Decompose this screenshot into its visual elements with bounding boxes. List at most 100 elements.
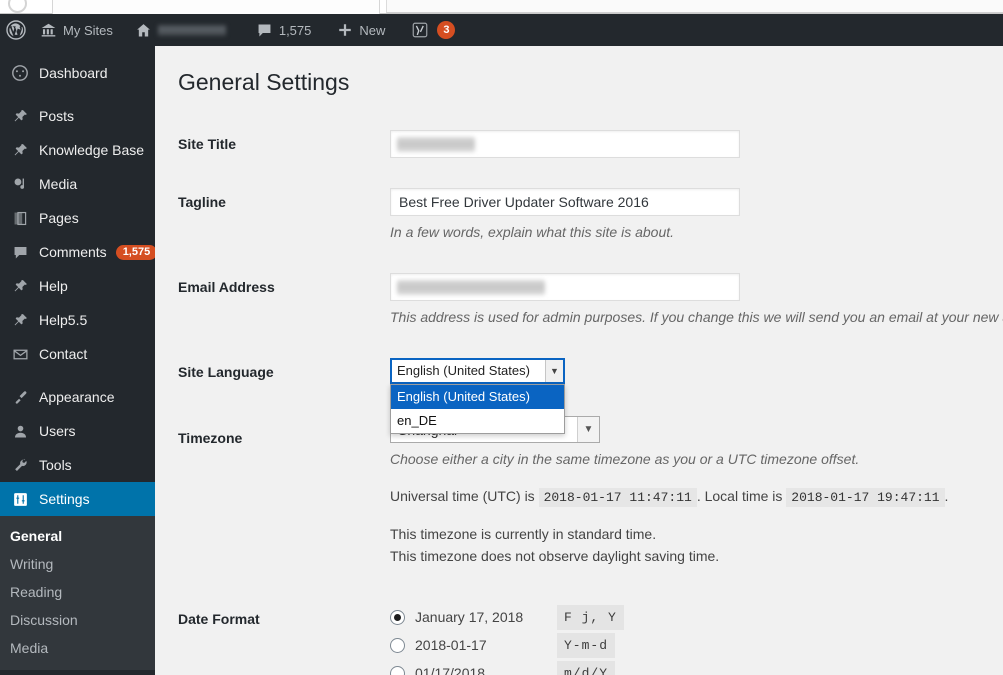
sidebar-item-label: Settings — [39, 491, 90, 507]
settings-icon — [10, 489, 30, 509]
site-title-label: Site Title — [178, 136, 237, 152]
site-language-cell: English (United States) ▼ English (Unite… — [380, 343, 1003, 435]
new-label: New — [359, 22, 386, 38]
user-icon — [10, 421, 30, 441]
comment-bubble-icon — [256, 22, 273, 39]
date-format-display: 01/17/2018 — [415, 665, 486, 675]
sidebar-item-label: Dashboard — [39, 65, 108, 81]
sidebar-item-pages[interactable]: Pages — [0, 201, 155, 235]
email-row: Email Address This address is used for a… — [155, 258, 1003, 343]
email-label: Email Address — [178, 279, 275, 296]
sidebar-item-help55[interactable]: Help5.5 — [0, 303, 155, 337]
radio-button[interactable] — [390, 638, 405, 654]
submenu-item-writing[interactable]: Writing — [0, 550, 155, 578]
submenu-item-discussion[interactable]: Discussion — [0, 606, 155, 634]
site-language-select[interactable]: English (United States) ▼ — [390, 358, 565, 385]
wp-logo-button[interactable] — [0, 14, 32, 46]
site-name-menu[interactable] — [127, 14, 234, 46]
chevron-down-icon[interactable]: ▼ — [577, 417, 599, 443]
pin-icon — [10, 140, 30, 160]
timezone-description: Choose either a city in the same timezon… — [390, 451, 860, 468]
sidebar-item-label: Contact — [39, 346, 88, 362]
universal-time-line: Universal time (UTC) is 2018-01-17 11:47… — [390, 486, 1003, 508]
sidebar-item-label: Help5.5 — [39, 312, 88, 328]
radio-button[interactable] — [390, 666, 405, 675]
sidebar-item-comments[interactable]: Comments 1,575 — [0, 235, 158, 269]
date-format-option[interactable]: 2018-01-17 Y-m-d — [390, 632, 1003, 660]
sidebar-item-label: Users — [39, 423, 76, 439]
local-label: . Local time is — [696, 488, 783, 505]
comment-icon — [10, 242, 30, 262]
site-title-cell — [380, 115, 1003, 173]
dashboard-icon — [10, 63, 30, 83]
email-cell: This address is used for admin purposes.… — [380, 258, 1003, 343]
date-format-code: m/d/Y — [557, 660, 616, 675]
site-language-row: Site Language English (United States) ▼ … — [155, 343, 1003, 435]
chevron-down-icon[interactable]: ▼ — [545, 360, 563, 383]
brush-icon — [10, 387, 30, 407]
browser-address-bar[interactable] — [386, 0, 1003, 13]
site-title-input[interactable] — [390, 130, 740, 158]
radio-button[interactable] — [390, 610, 405, 626]
date-format-label: Date Format — [178, 610, 260, 627]
tagline-cell: In a few words, explain what this site i… — [380, 173, 1003, 258]
utc-time-value: 2018-01-17 11:47:11 — [538, 488, 697, 508]
wp-admin-bar: My Sites 1,575 New 3 — [0, 14, 1003, 46]
comments-bubble[interactable]: 1,575 — [248, 14, 320, 46]
my-sites-menu[interactable]: My Sites — [32, 14, 121, 46]
sidebar-item-dashboard[interactable]: Dashboard — [0, 56, 155, 90]
home-icon — [135, 22, 152, 39]
sidebar-item-label: Media — [39, 176, 78, 192]
wrench-icon — [10, 455, 30, 475]
admin-sidebar-menu: Dashboard Posts Knowledge Base Media Pag… — [0, 46, 163, 675]
date-format-cell: January 17, 2018 F j, Y 2018-01-17 Y-m-d… — [380, 582, 1003, 675]
site-title-row: Site Title — [155, 115, 1003, 173]
date-format-option[interactable]: January 17, 2018 F j, Y — [390, 604, 1003, 632]
mail-icon — [10, 344, 30, 364]
date-format-code: F j, Y — [557, 604, 624, 631]
redacted-value — [397, 137, 475, 152]
sidebar-item-appearance[interactable]: Appearance — [0, 380, 155, 414]
settings-submenu: General Writing Reading Discussion Media — [0, 516, 155, 670]
submenu-item-media[interactable]: Media — [0, 634, 155, 662]
sidebar-item-media[interactable]: Media — [0, 167, 155, 201]
email-description: This address is used for admin purposes.… — [390, 309, 1003, 326]
sidebar-item-label: Posts — [39, 108, 75, 124]
site-language-label: Site Language — [178, 364, 274, 381]
wordpress-logo-icon — [6, 20, 26, 40]
browser-chrome — [0, 0, 1003, 14]
sidebar-item-knowledge-base[interactable]: Knowledge Base — [0, 133, 155, 167]
menu-separator — [0, 90, 155, 99]
sidebar-item-label: Comments — [39, 244, 107, 260]
email-input[interactable] — [390, 273, 740, 302]
sidebar-item-help[interactable]: Help — [0, 269, 155, 303]
select-option-en-de[interactable]: en_DE — [391, 409, 564, 433]
sidebar-item-users[interactable]: Users — [0, 414, 155, 448]
page-title: General Settings — [178, 69, 350, 95]
yoast-seo-menu[interactable]: 3 — [403, 14, 463, 46]
main-content: General Settings Site Title Tagline In a… — [155, 46, 1003, 675]
yoast-logo-icon — [411, 21, 429, 39]
sidebar-item-settings[interactable]: Settings — [0, 482, 163, 516]
pin-icon — [10, 106, 30, 126]
tagline-row: Tagline In a few words, explain what thi… — [155, 173, 1003, 258]
new-content-menu[interactable]: New — [329, 14, 393, 46]
sidebar-item-tools[interactable]: Tools — [0, 448, 155, 482]
timezone-label: Timezone — [178, 430, 243, 447]
site-language-value: English (United States) — [397, 363, 530, 379]
submenu-item-reading[interactable]: Reading — [0, 578, 155, 606]
redacted-value — [397, 280, 545, 296]
loading-spinner-icon — [8, 0, 27, 13]
date-format-option[interactable]: 01/17/2018 m/d/Y — [390, 660, 1003, 675]
tagline-input[interactable] — [390, 188, 740, 217]
sidebar-item-posts[interactable]: Posts — [0, 99, 155, 133]
site-language-select-wrap: English (United States) ▼ English (Unite… — [390, 358, 565, 435]
sidebar-item-label: Appearance — [39, 389, 115, 405]
site-language-options-list: English (United States) en_DE — [390, 384, 565, 435]
select-option-english-us[interactable]: English (United States) — [391, 385, 564, 410]
sidebar-item-label: Help — [39, 278, 68, 294]
browser-tab[interactable] — [52, 0, 380, 14]
sidebar-item-contact[interactable]: Contact — [0, 337, 155, 371]
tagline-description: In a few words, explain what this site i… — [390, 224, 675, 241]
submenu-item-general[interactable]: General — [0, 522, 155, 550]
